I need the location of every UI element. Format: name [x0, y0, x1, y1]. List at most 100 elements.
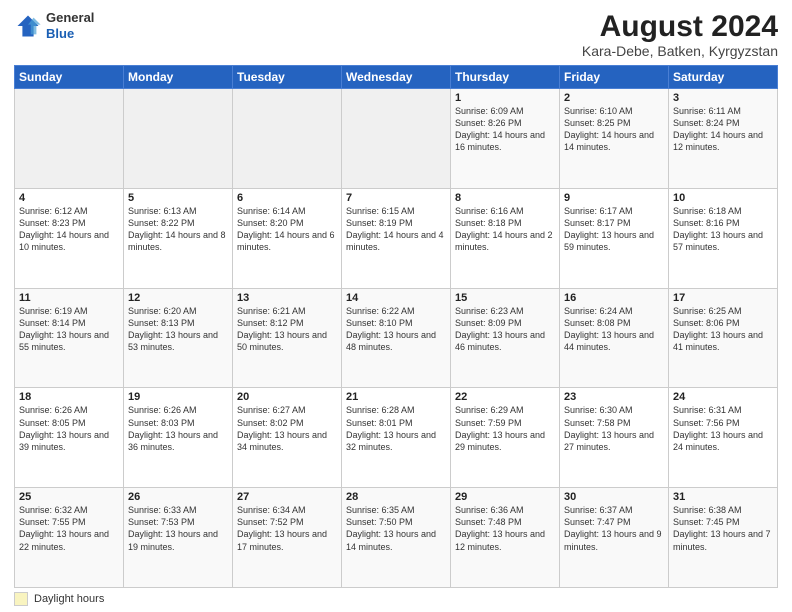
calendar-cell: 21Sunrise: 6:28 AM Sunset: 8:01 PM Dayli… [342, 388, 451, 488]
day-info: Sunrise: 6:29 AM Sunset: 7:59 PM Dayligh… [455, 404, 555, 453]
page: General Blue August 2024 Kara-Debe, Batk… [0, 0, 792, 612]
logo-blue: Blue [46, 26, 94, 42]
day-number: 22 [455, 391, 555, 403]
calendar-cell: 20Sunrise: 6:27 AM Sunset: 8:02 PM Dayli… [233, 388, 342, 488]
calendar-day-header: Saturday [669, 66, 778, 89]
calendar-cell: 25Sunrise: 6:32 AM Sunset: 7:55 PM Dayli… [15, 488, 124, 588]
calendar-cell: 24Sunrise: 6:31 AM Sunset: 7:56 PM Dayli… [669, 388, 778, 488]
calendar-week-row: 25Sunrise: 6:32 AM Sunset: 7:55 PM Dayli… [15, 488, 778, 588]
calendar-cell: 3Sunrise: 6:11 AM Sunset: 8:24 PM Daylig… [669, 89, 778, 189]
logo-icon [14, 12, 42, 40]
day-info: Sunrise: 6:19 AM Sunset: 8:14 PM Dayligh… [19, 305, 119, 354]
title-block: August 2024 Kara-Debe, Batken, Kyrgyzsta… [582, 10, 778, 59]
calendar-cell: 4Sunrise: 6:12 AM Sunset: 8:23 PM Daylig… [15, 188, 124, 288]
day-number: 1 [455, 92, 555, 104]
day-info: Sunrise: 6:28 AM Sunset: 8:01 PM Dayligh… [346, 404, 446, 453]
day-number: 8 [455, 192, 555, 204]
location: Kara-Debe, Batken, Kyrgyzstan [582, 43, 778, 59]
calendar-day-header: Sunday [15, 66, 124, 89]
day-info: Sunrise: 6:20 AM Sunset: 8:13 PM Dayligh… [128, 305, 228, 354]
calendar-day-header: Tuesday [233, 66, 342, 89]
logo-text: General Blue [46, 10, 94, 41]
calendar-cell: 13Sunrise: 6:21 AM Sunset: 8:12 PM Dayli… [233, 288, 342, 388]
logo-general: General [46, 10, 94, 26]
day-info: Sunrise: 6:14 AM Sunset: 8:20 PM Dayligh… [237, 205, 337, 254]
calendar-cell: 9Sunrise: 6:17 AM Sunset: 8:17 PM Daylig… [560, 188, 669, 288]
day-info: Sunrise: 6:32 AM Sunset: 7:55 PM Dayligh… [19, 504, 119, 553]
calendar-cell: 11Sunrise: 6:19 AM Sunset: 8:14 PM Dayli… [15, 288, 124, 388]
day-info: Sunrise: 6:12 AM Sunset: 8:23 PM Dayligh… [19, 205, 119, 254]
day-info: Sunrise: 6:34 AM Sunset: 7:52 PM Dayligh… [237, 504, 337, 553]
calendar-cell: 8Sunrise: 6:16 AM Sunset: 8:18 PM Daylig… [451, 188, 560, 288]
calendar-cell: 7Sunrise: 6:15 AM Sunset: 8:19 PM Daylig… [342, 188, 451, 288]
day-info: Sunrise: 6:15 AM Sunset: 8:19 PM Dayligh… [346, 205, 446, 254]
calendar-cell [342, 89, 451, 189]
logo: General Blue [14, 10, 94, 41]
day-number: 4 [19, 192, 119, 204]
day-number: 7 [346, 192, 446, 204]
day-number: 19 [128, 391, 228, 403]
day-number: 12 [128, 292, 228, 304]
calendar-cell: 29Sunrise: 6:36 AM Sunset: 7:48 PM Dayli… [451, 488, 560, 588]
calendar-cell: 6Sunrise: 6:14 AM Sunset: 8:20 PM Daylig… [233, 188, 342, 288]
day-info: Sunrise: 6:27 AM Sunset: 8:02 PM Dayligh… [237, 404, 337, 453]
calendar-day-header: Monday [124, 66, 233, 89]
day-number: 9 [564, 192, 664, 204]
day-info: Sunrise: 6:31 AM Sunset: 7:56 PM Dayligh… [673, 404, 773, 453]
day-info: Sunrise: 6:16 AM Sunset: 8:18 PM Dayligh… [455, 205, 555, 254]
day-number: 10 [673, 192, 773, 204]
calendar-cell [124, 89, 233, 189]
day-info: Sunrise: 6:30 AM Sunset: 7:58 PM Dayligh… [564, 404, 664, 453]
calendar-cell: 5Sunrise: 6:13 AM Sunset: 8:22 PM Daylig… [124, 188, 233, 288]
calendar-cell: 18Sunrise: 6:26 AM Sunset: 8:05 PM Dayli… [15, 388, 124, 488]
calendar-cell: 12Sunrise: 6:20 AM Sunset: 8:13 PM Dayli… [124, 288, 233, 388]
day-number: 18 [19, 391, 119, 403]
calendar-week-row: 4Sunrise: 6:12 AM Sunset: 8:23 PM Daylig… [15, 188, 778, 288]
day-info: Sunrise: 6:10 AM Sunset: 8:25 PM Dayligh… [564, 105, 664, 154]
day-info: Sunrise: 6:26 AM Sunset: 8:05 PM Dayligh… [19, 404, 119, 453]
day-number: 31 [673, 491, 773, 503]
calendar-day-header: Thursday [451, 66, 560, 89]
day-info: Sunrise: 6:26 AM Sunset: 8:03 PM Dayligh… [128, 404, 228, 453]
day-number: 3 [673, 92, 773, 104]
calendar-cell: 30Sunrise: 6:37 AM Sunset: 7:47 PM Dayli… [560, 488, 669, 588]
day-number: 29 [455, 491, 555, 503]
calendar-cell: 14Sunrise: 6:22 AM Sunset: 8:10 PM Dayli… [342, 288, 451, 388]
calendar-day-header: Friday [560, 66, 669, 89]
day-info: Sunrise: 6:24 AM Sunset: 8:08 PM Dayligh… [564, 305, 664, 354]
day-number: 11 [19, 292, 119, 304]
day-number: 16 [564, 292, 664, 304]
header: General Blue August 2024 Kara-Debe, Batk… [14, 10, 778, 59]
day-info: Sunrise: 6:17 AM Sunset: 8:17 PM Dayligh… [564, 205, 664, 254]
legend-box [14, 592, 28, 606]
calendar-cell: 17Sunrise: 6:25 AM Sunset: 8:06 PM Dayli… [669, 288, 778, 388]
calendar-cell: 15Sunrise: 6:23 AM Sunset: 8:09 PM Dayli… [451, 288, 560, 388]
legend-label: Daylight hours [34, 593, 104, 605]
day-number: 27 [237, 491, 337, 503]
calendar-cell: 10Sunrise: 6:18 AM Sunset: 8:16 PM Dayli… [669, 188, 778, 288]
calendar: SundayMondayTuesdayWednesdayThursdayFrid… [14, 65, 778, 588]
day-number: 15 [455, 292, 555, 304]
day-number: 6 [237, 192, 337, 204]
day-info: Sunrise: 6:22 AM Sunset: 8:10 PM Dayligh… [346, 305, 446, 354]
day-number: 20 [237, 391, 337, 403]
calendar-cell: 19Sunrise: 6:26 AM Sunset: 8:03 PM Dayli… [124, 388, 233, 488]
day-number: 25 [19, 491, 119, 503]
calendar-cell: 22Sunrise: 6:29 AM Sunset: 7:59 PM Dayli… [451, 388, 560, 488]
day-number: 24 [673, 391, 773, 403]
calendar-cell: 28Sunrise: 6:35 AM Sunset: 7:50 PM Dayli… [342, 488, 451, 588]
calendar-cell: 31Sunrise: 6:38 AM Sunset: 7:45 PM Dayli… [669, 488, 778, 588]
day-info: Sunrise: 6:13 AM Sunset: 8:22 PM Dayligh… [128, 205, 228, 254]
calendar-cell [233, 89, 342, 189]
day-number: 26 [128, 491, 228, 503]
calendar-cell: 1Sunrise: 6:09 AM Sunset: 8:26 PM Daylig… [451, 89, 560, 189]
day-number: 23 [564, 391, 664, 403]
day-info: Sunrise: 6:09 AM Sunset: 8:26 PM Dayligh… [455, 105, 555, 154]
day-info: Sunrise: 6:23 AM Sunset: 8:09 PM Dayligh… [455, 305, 555, 354]
day-info: Sunrise: 6:38 AM Sunset: 7:45 PM Dayligh… [673, 504, 773, 553]
calendar-week-row: 1Sunrise: 6:09 AM Sunset: 8:26 PM Daylig… [15, 89, 778, 189]
day-info: Sunrise: 6:21 AM Sunset: 8:12 PM Dayligh… [237, 305, 337, 354]
day-number: 17 [673, 292, 773, 304]
day-info: Sunrise: 6:18 AM Sunset: 8:16 PM Dayligh… [673, 205, 773, 254]
calendar-week-row: 11Sunrise: 6:19 AM Sunset: 8:14 PM Dayli… [15, 288, 778, 388]
